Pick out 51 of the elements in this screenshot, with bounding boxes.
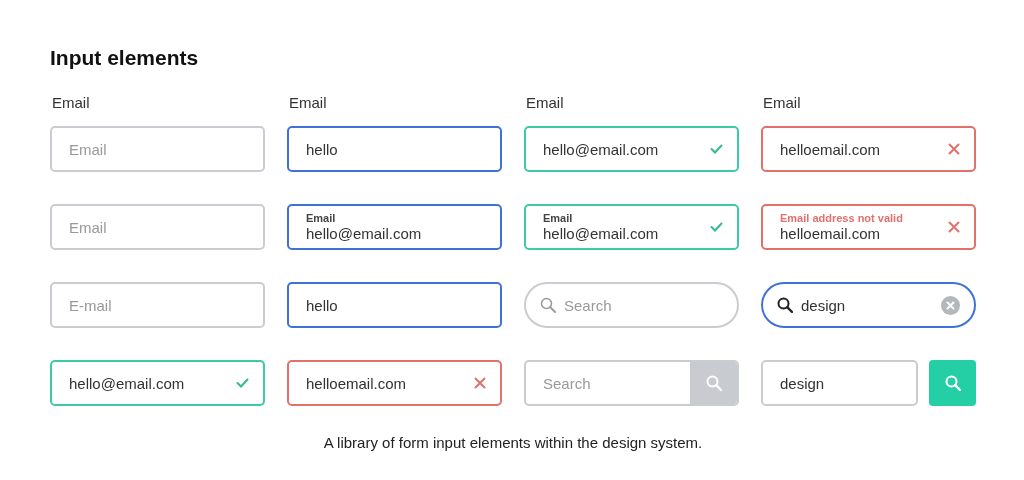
email-field[interactable]: Email address not valid helloemail.com	[761, 204, 976, 250]
search-button[interactable]	[690, 362, 737, 404]
field-label: Email	[289, 94, 327, 112]
search-input[interactable]: Search	[543, 374, 682, 392]
email-input[interactable]: E-mail	[69, 296, 249, 314]
clear-icon[interactable]	[941, 295, 960, 315]
email-input[interactable]: Email	[69, 140, 249, 158]
close-icon[interactable]	[948, 221, 960, 233]
email-field[interactable]: hello	[287, 126, 502, 172]
close-icon[interactable]	[474, 377, 486, 389]
search-field[interactable]: design	[761, 282, 976, 328]
caption: A library of form input elements within the design system.	[322, 434, 704, 451]
email-field[interactable]: Email	[50, 204, 265, 250]
search-icon	[705, 375, 722, 391]
email-field[interactable]: Email hello@email.com	[287, 204, 502, 250]
page-title: Input elements	[50, 45, 200, 71]
email-input[interactable]: hello@email.com	[543, 225, 702, 242]
floating-label: Email	[543, 212, 573, 225]
search-icon	[944, 375, 961, 391]
field-label: Email	[763, 94, 801, 112]
email-input[interactable]: helloemail.com	[780, 225, 940, 242]
email-field[interactable]: hello	[287, 282, 502, 328]
search-field[interactable]: design	[761, 360, 918, 406]
email-input[interactable]: hello	[306, 296, 486, 314]
email-field[interactable]: hello@email.com	[524, 126, 739, 172]
search-input[interactable]: design	[801, 296, 933, 314]
email-field[interactable]: helloemail.com	[287, 360, 502, 406]
email-field[interactable]: helloemail.com	[761, 126, 976, 172]
field-label: Email	[52, 94, 90, 112]
email-field[interactable]: Email hello@email.com	[524, 204, 739, 250]
field-label: Email	[526, 94, 564, 112]
search-button[interactable]	[929, 360, 976, 406]
error-message: Email address not valid	[780, 212, 903, 225]
email-input[interactable]: hello@email.com	[69, 374, 228, 392]
email-input[interactable]: hello	[306, 140, 486, 158]
email-input[interactable]: hello@email.com	[543, 140, 702, 158]
close-icon[interactable]	[948, 143, 960, 155]
email-input[interactable]: hello@email.com	[306, 225, 486, 242]
search-field[interactable]: Search	[524, 282, 739, 328]
email-field[interactable]: Email	[50, 126, 265, 172]
search-icon	[540, 297, 556, 313]
search-input[interactable]: Search	[564, 296, 723, 314]
email-input[interactable]: Email	[69, 218, 249, 236]
floating-label: Email	[306, 212, 336, 225]
email-input[interactable]: helloemail.com	[780, 140, 940, 158]
search-icon	[777, 297, 793, 313]
email-field[interactable]: E-mail	[50, 282, 265, 328]
search-field[interactable]: Search	[524, 360, 739, 406]
search-input[interactable]: design	[780, 374, 902, 392]
email-input[interactable]: helloemail.com	[306, 374, 466, 392]
email-field[interactable]: hello@email.com	[50, 360, 265, 406]
